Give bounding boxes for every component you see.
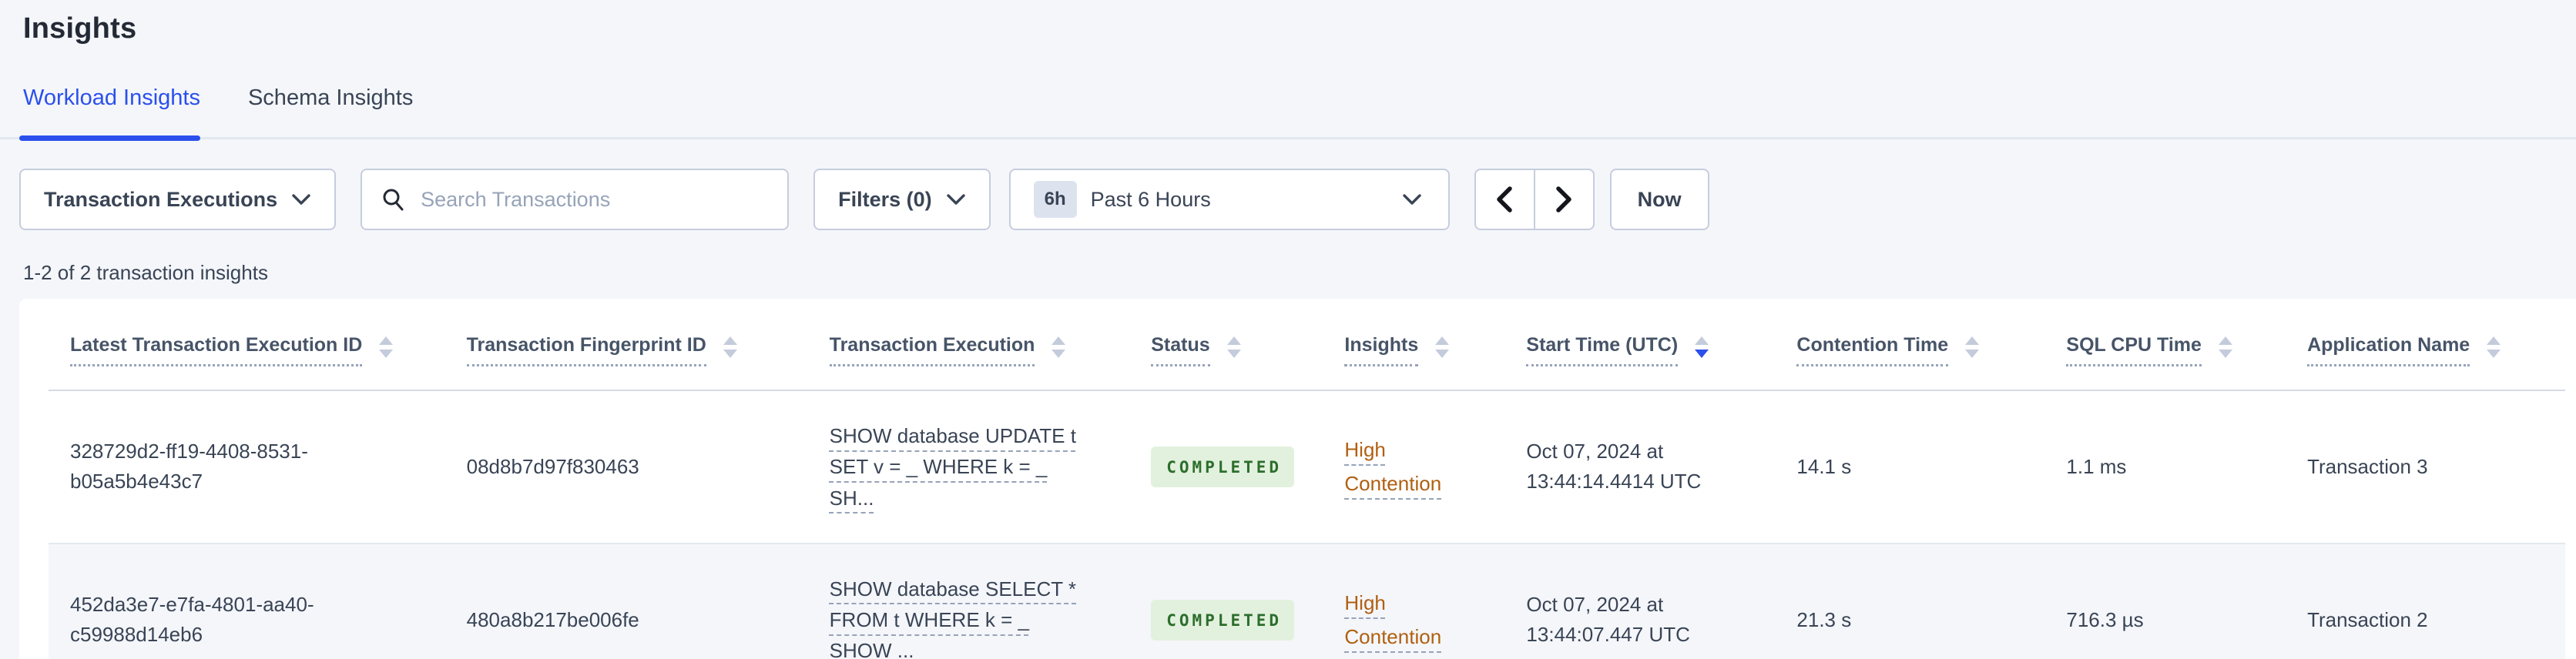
transaction-execution-link[interactable]: SHOW database UPDATE t SET v = _ WHERE k… (830, 420, 1095, 513)
filters-label: Filters (0) (838, 187, 932, 211)
status-badge: COMPLETED (1151, 446, 1295, 488)
active-tab-indicator (19, 135, 200, 141)
search-box (361, 169, 790, 230)
sort-icons (2218, 336, 2232, 358)
search-icon (383, 189, 404, 211)
tabs-bar: Workload Insights Schema Insights (0, 85, 2576, 141)
tabs-divider (0, 135, 2576, 141)
now-button[interactable]: Now (1609, 169, 1709, 230)
time-interval-dropdown[interactable]: 6h Past 6 Hours (1008, 169, 1450, 230)
start-time: Oct 07, 2024 at 13:44:07.447 UTC (1526, 593, 1690, 647)
sort-icons (723, 336, 737, 358)
sort-icons (379, 336, 394, 358)
sql-cpu-time: 716.3 µs (2066, 607, 2144, 631)
application-name: Transaction 2 (2307, 607, 2428, 631)
insight-link[interactable]: High Contention (1344, 586, 1475, 654)
chevron-down-icon (946, 194, 965, 205)
chevron-left-icon (1497, 186, 1512, 212)
column-header-application-name[interactable]: Application Name (2307, 299, 2565, 390)
contention-time: 21.3 s (1796, 607, 1852, 631)
time-interval-label: Past 6 Hours (1090, 187, 1211, 211)
insight-link[interactable]: High Contention (1344, 433, 1475, 500)
contention-time: 14.1 s (1796, 454, 1852, 478)
insights-table: Latest Transaction Execution ID Transact… (49, 299, 2565, 659)
tab-schema-insights[interactable]: Schema Insights (248, 85, 413, 131)
insight-type-label: Transaction Executions (44, 187, 278, 211)
column-header-status[interactable]: Status (1151, 299, 1344, 390)
insights-page: Insights Workload Insights Schema Insigh… (0, 0, 2576, 659)
chevron-down-icon (1402, 194, 1421, 205)
tab-workload-insights[interactable]: Workload Insights (23, 85, 200, 131)
column-header-fingerprint-id[interactable]: Transaction Fingerprint ID (466, 299, 830, 390)
chevron-right-icon (1556, 186, 1571, 212)
column-header-sql-cpu-time[interactable]: SQL CPU Time (2066, 299, 2307, 390)
application-name: Transaction 3 (2307, 454, 2428, 478)
time-prev-button[interactable] (1474, 169, 1535, 230)
insight-type-dropdown[interactable]: Transaction Executions (19, 169, 337, 230)
results-count: 1-2 of 2 transaction insights (23, 261, 268, 284)
sort-icons (2487, 336, 2501, 358)
sort-icons (1226, 336, 1241, 358)
search-input[interactable] (421, 187, 770, 212)
table-header-row: Latest Transaction Execution ID Transact… (49, 299, 2565, 390)
time-interval-badge: 6h (1033, 181, 1077, 218)
execution-id: 328729d2-ff19-4408-8531-b05a5b4e43c7 (70, 440, 308, 493)
time-next-button[interactable] (1534, 169, 1595, 230)
sql-cpu-time: 1.1 ms (2066, 454, 2127, 478)
table-row: 328729d2-ff19-4408-8531-b05a5b4e43c7 08d… (49, 390, 2565, 544)
filters-button[interactable]: Filters (0) (813, 169, 991, 230)
start-time: Oct 07, 2024 at 13:44:14.4414 UTC (1526, 440, 1702, 493)
column-header-execution-id[interactable]: Latest Transaction Execution ID (49, 299, 467, 390)
column-header-start-time[interactable]: Start Time (UTC) (1526, 299, 1796, 390)
toolbar: Transaction Executions Filters (0) 6h Pa… (19, 169, 2576, 230)
insights-table-card: Latest Transaction Execution ID Transact… (19, 299, 2576, 659)
page-title: Insights (23, 12, 137, 45)
fingerprint-id: 08d8b7d97f830463 (466, 454, 639, 478)
time-nav-buttons (1474, 169, 1595, 230)
fingerprint-id: 480a8b217be006fe (466, 607, 639, 631)
execution-id: 452da3e7-e7fa-4801-aa40-c59988d14eb6 (70, 593, 314, 647)
column-header-insights[interactable]: Insights (1344, 299, 1526, 390)
table-row: 452da3e7-e7fa-4801-aa40-c59988d14eb6 480… (49, 543, 2565, 659)
transaction-execution-link[interactable]: SHOW database SELECT * FROM t WHERE k = … (830, 574, 1095, 659)
column-header-contention-time[interactable]: Contention Time (1796, 299, 2066, 390)
chevron-down-icon (292, 194, 310, 205)
status-badge: COMPLETED (1151, 599, 1295, 641)
column-header-transaction-execution[interactable]: Transaction Execution (829, 299, 1152, 390)
sort-icons (1435, 336, 1450, 358)
sort-icons (1965, 336, 1980, 358)
sort-icons-active-desc (1695, 336, 1709, 358)
sort-icons (1052, 336, 1066, 358)
